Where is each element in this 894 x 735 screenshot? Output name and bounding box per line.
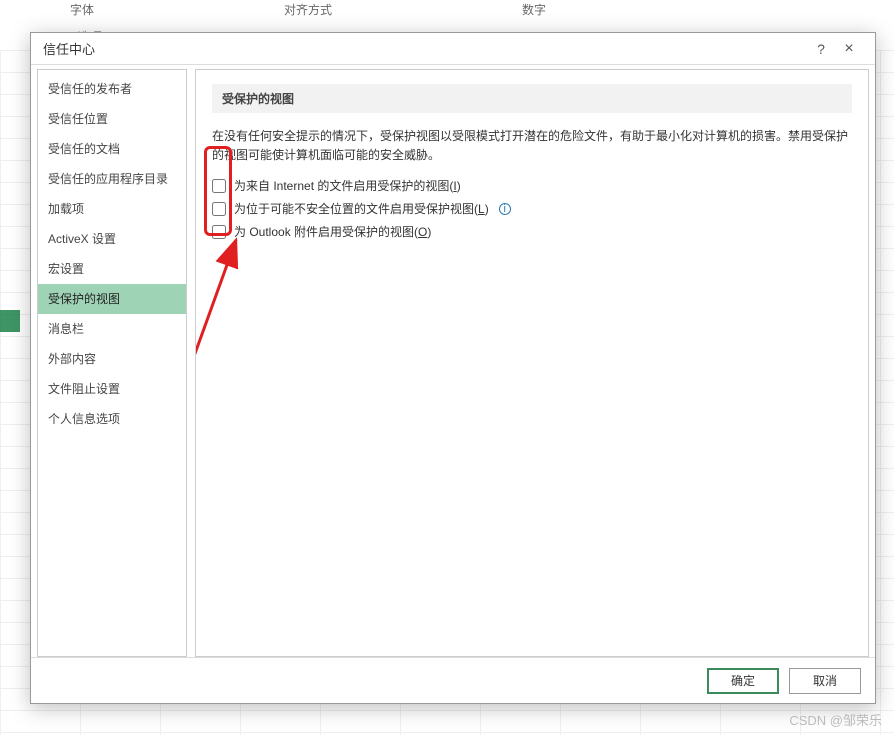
sidebar-item-0[interactable]: 受信任的发布者 <box>38 74 186 104</box>
ribbon-group-align: 对齐方式 <box>284 1 332 18</box>
section-description: 在没有任何安全提示的情况下，受保护视图以受限模式打开潜在的危险文件，有助于最小化… <box>212 127 852 165</box>
sidebar-item-8[interactable]: 消息栏 <box>38 314 186 344</box>
trust-center-dialog: 信任中心 ? × 受信任的发布者受信任位置受信任的文档受信任的应用程序目录加载项… <box>30 32 876 704</box>
sidebar-item-7[interactable]: 受保护的视图 <box>38 284 186 314</box>
sidebar-item-4[interactable]: 加载项 <box>38 194 186 224</box>
help-icon[interactable]: ? <box>807 41 835 57</box>
sidebar-item-5[interactable]: ActiveX 设置 <box>38 224 186 254</box>
checkbox-row-0[interactable]: 为来自 Internet 的文件启用受保护的视图(I) <box>212 177 852 194</box>
ok-button[interactable]: 确定 <box>707 668 779 694</box>
sidebar: 受信任的发布者受信任位置受信任的文档受信任的应用程序目录加载项ActiveX 设… <box>37 69 187 657</box>
sidebar-item-9[interactable]: 外部内容 <box>38 344 186 374</box>
section-header: 受保护的视图 <box>212 84 852 113</box>
ribbon-group-number: 数字 <box>522 1 546 18</box>
sidebar-item-3[interactable]: 受信任的应用程序目录 <box>38 164 186 194</box>
ribbon-background: 字体 对齐方式 数字 <box>0 0 894 18</box>
content-panel: 受保护的视图 在没有任何安全提示的情况下，受保护视图以受限模式打开潜在的危险文件… <box>195 69 869 657</box>
checkbox-row-2[interactable]: 为 Outlook 附件启用受保护的视图(O) <box>212 223 852 240</box>
sidebar-item-10[interactable]: 文件阻止设置 <box>38 374 186 404</box>
checkbox-1[interactable] <box>212 202 226 216</box>
checkbox-list: 为来自 Internet 的文件启用受保护的视图(I) 为位于可能不安全位置的文件… <box>212 177 852 240</box>
row-selection-marker <box>0 310 20 332</box>
ribbon-group-font: 字体 <box>70 1 94 18</box>
sidebar-item-2[interactable]: 受信任的文档 <box>38 134 186 164</box>
sidebar-item-11[interactable]: 个人信息选项 <box>38 404 186 434</box>
sidebar-item-1[interactable]: 受信任位置 <box>38 104 186 134</box>
titlebar: 信任中心 ? × <box>31 33 875 65</box>
checkbox-2[interactable] <box>212 225 226 239</box>
checkbox-label-2: 为 Outlook 附件启用受保护的视图(O) <box>234 223 431 240</box>
dialog-title: 信任中心 <box>43 39 95 58</box>
sidebar-item-6[interactable]: 宏设置 <box>38 254 186 284</box>
checkbox-label-1: 为位于可能不安全位置的文件启用受保护视图(L) <box>234 200 489 217</box>
watermark: CSDN @邹荣乐 <box>789 710 882 729</box>
dialog-footer: 确定 取消 <box>31 657 875 703</box>
cancel-button[interactable]: 取消 <box>789 668 861 694</box>
info-icon[interactable]: i <box>499 203 511 215</box>
checkbox-0[interactable] <box>212 179 226 193</box>
close-icon[interactable]: × <box>835 40 863 58</box>
checkbox-row-1[interactable]: 为位于可能不安全位置的文件启用受保护视图(L) i <box>212 200 852 217</box>
checkbox-label-0: 为来自 Internet 的文件启用受保护的视图(I) <box>234 177 461 194</box>
dialog-body: 受信任的发布者受信任位置受信任的文档受信任的应用程序目录加载项ActiveX 设… <box>31 65 875 657</box>
